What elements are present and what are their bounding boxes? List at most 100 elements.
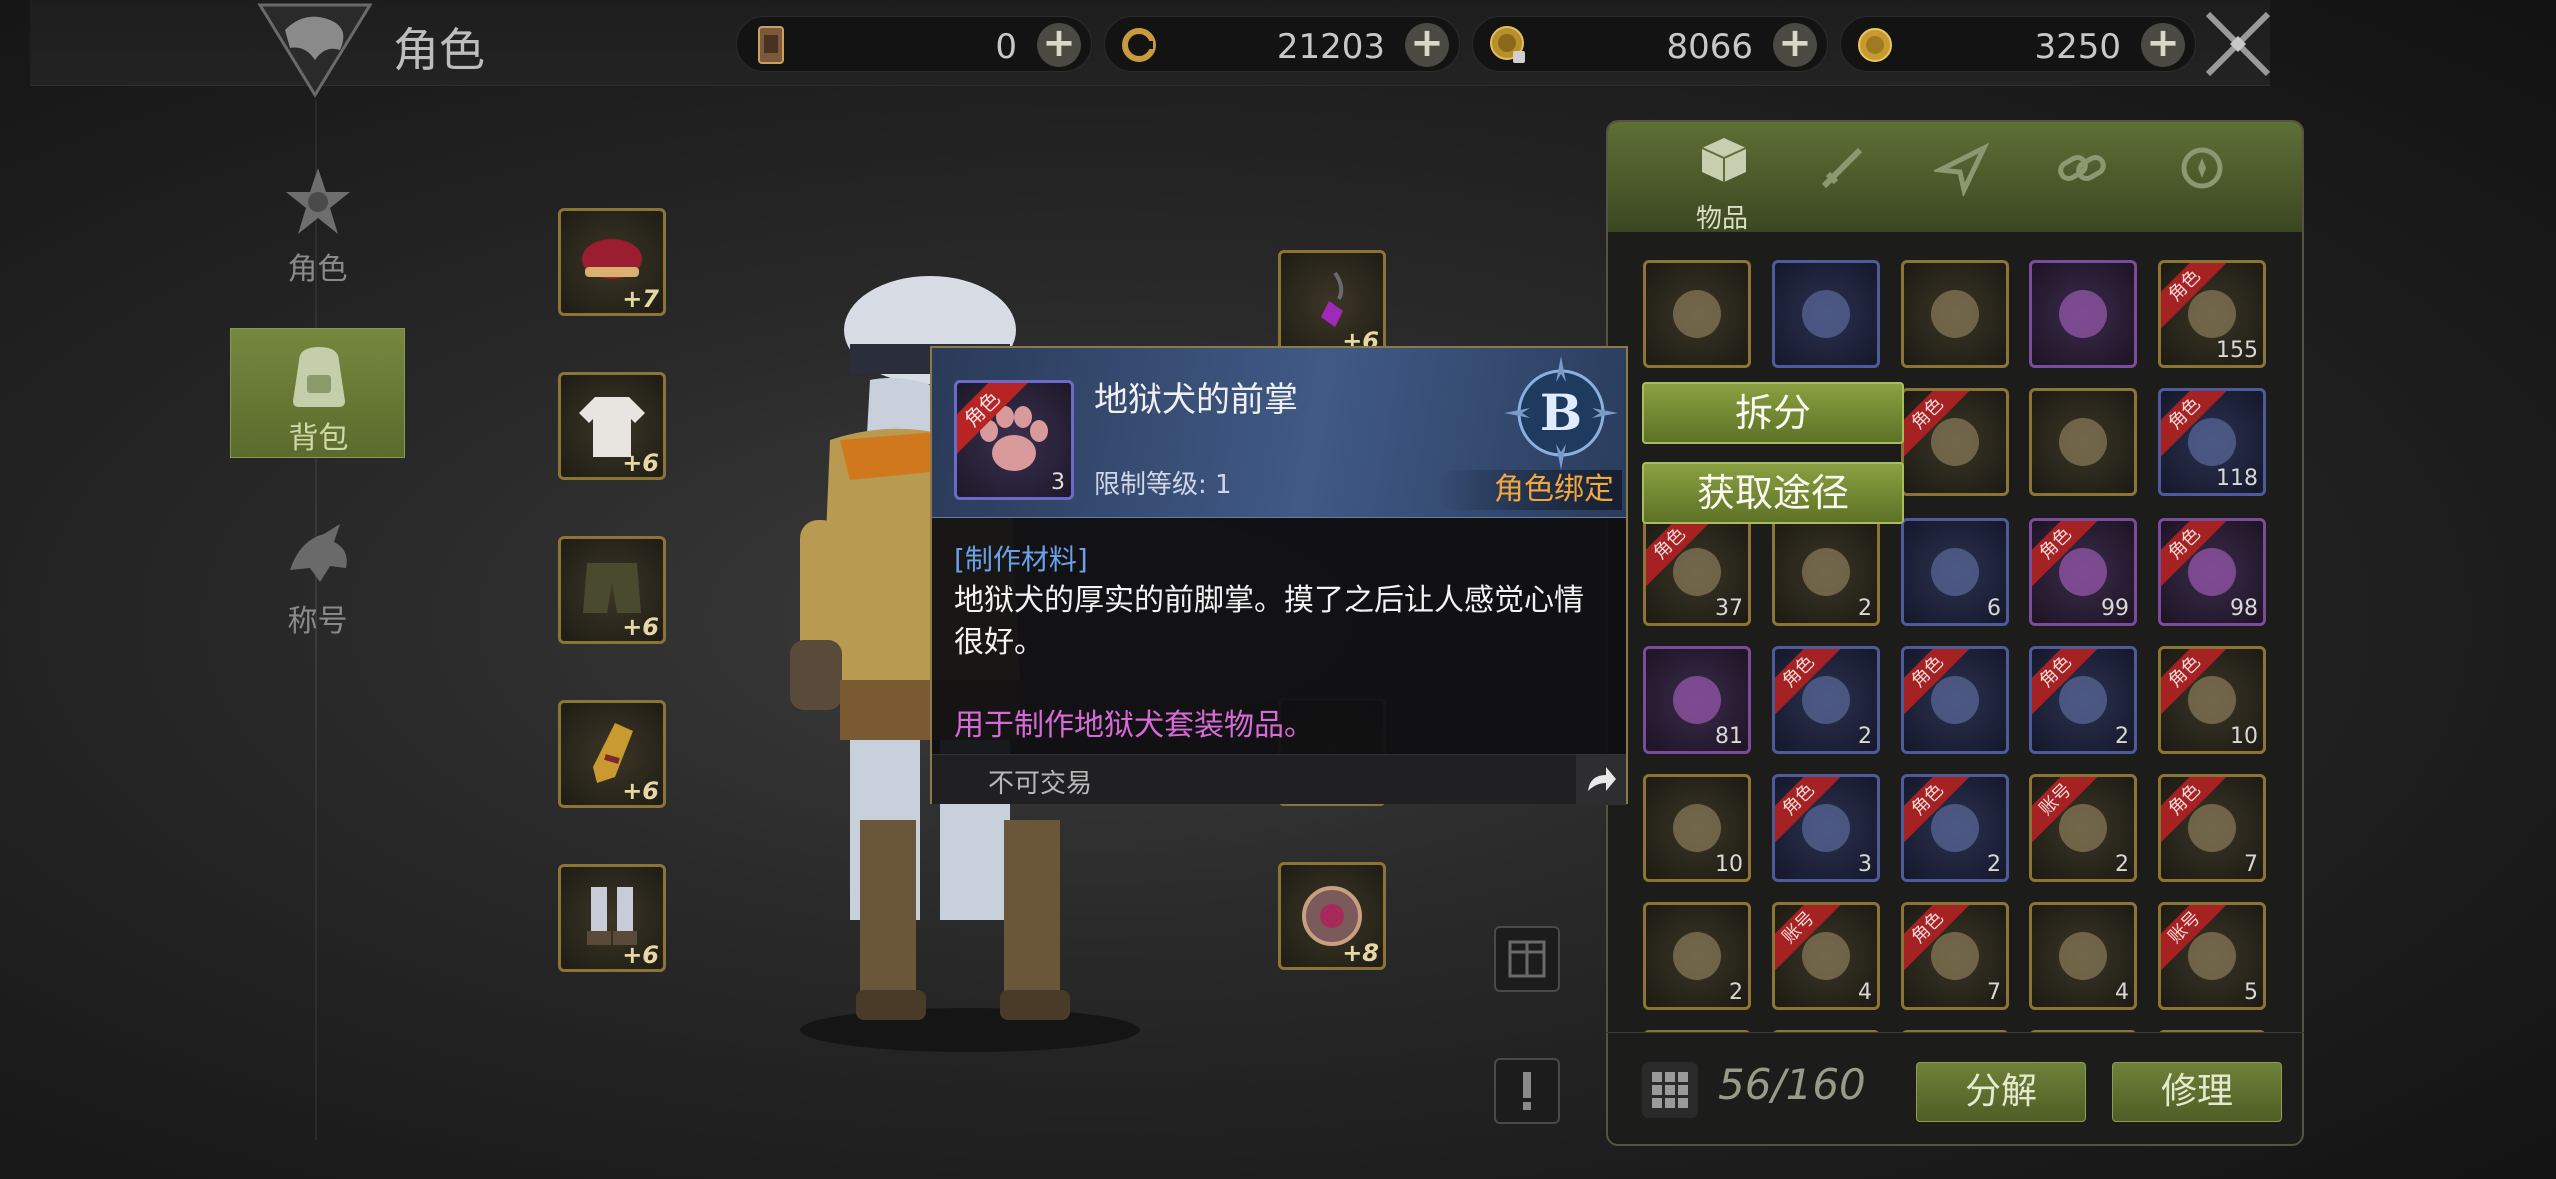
enhance-level: +6 (622, 613, 659, 641)
equip-slot-top[interactable]: +6 (558, 372, 666, 480)
tab-weapons[interactable] (1792, 130, 1892, 230)
share-button[interactable] (1576, 755, 1626, 805)
inventory-grid: 角色 155 角色 角色 118 角色 37 2 6 角色 99 角色 98 81 角色 2 角色 角色 2 角色 10… (1606, 230, 2304, 1032)
inventory-cell[interactable]: 角色 3 (1772, 774, 1880, 882)
inventory-cell[interactable] (1772, 260, 1880, 368)
ring-star-icon (2181, 147, 2223, 189)
item-count: 2 (1858, 724, 1872, 749)
equip-slot-boots[interactable]: +6 (558, 864, 666, 972)
item-icon (1802, 290, 1850, 338)
add-currency-button[interactable]: + (1037, 23, 1081, 67)
item-count: 81 (1715, 724, 1743, 749)
level-requirement: 限制等级: 1 (1094, 470, 1232, 500)
inventory-tabs: 物品 (1608, 122, 2302, 234)
item-count: 10 (2230, 724, 2258, 749)
tooltip-header: 角色 3 地狱犬的前掌 限制等级: 1 B 角色绑定 (932, 348, 1626, 518)
item-count: 99 (2101, 596, 2129, 621)
inventory-cell[interactable]: 角色 10 (2158, 646, 2266, 754)
inventory-cell[interactable] (2029, 260, 2137, 368)
grid-view-icon[interactable] (1640, 1060, 1700, 1120)
equip-slot-hat[interactable]: +7 (558, 208, 666, 316)
share-arrow-icon (1588, 767, 1616, 791)
inventory-cell[interactable]: 角色 7 (2158, 774, 2266, 882)
nav-label: 角色 (287, 252, 348, 287)
nav-item-character[interactable]: 角色 (230, 160, 405, 290)
currency-gear: 21203 + (1104, 16, 1460, 72)
add-currency-button[interactable]: + (1405, 23, 1449, 67)
obtain-source-button[interactable]: 获取途径 (1642, 462, 1904, 524)
decompose-button[interactable]: 分解 (1916, 1062, 2086, 1122)
inventory-cell[interactable]: 角色 98 (2158, 518, 2266, 626)
nav-item-title[interactable]: 称号 (230, 512, 405, 642)
equip-slot-pants[interactable]: +6 (558, 536, 666, 644)
character-star-icon (286, 168, 350, 234)
tab-items[interactable]: 物品 (1672, 130, 1772, 234)
inventory-capacity: 56/160 (1718, 1060, 1866, 1109)
nav-item-bag[interactable]: 背包 (230, 328, 405, 458)
enhance-level: +6 (622, 777, 659, 805)
grade-b-icon: B (1504, 356, 1618, 470)
nav-label: 背包 (288, 421, 349, 456)
tab-links[interactable] (2032, 130, 2132, 230)
wardrobe-button[interactable] (1494, 926, 1560, 992)
inventory-cell[interactable]: 角色 (1901, 646, 2009, 754)
equip-slot-emblem[interactable]: +8 (1278, 862, 1386, 970)
item-tooltip: 角色 3 地狱犬的前掌 限制等级: 1 B 角色绑定 [制作材料] 地狱犬的厚实… (930, 346, 1628, 805)
dragon-head-icon (290, 524, 347, 582)
inventory-cell[interactable]: 角色 (1901, 388, 2009, 496)
trade-status: 不可交易 (988, 769, 1093, 799)
inventory-cell[interactable]: 账号 4 (1772, 902, 1880, 1010)
item-count: 118 (2216, 466, 2258, 491)
inventory-cell[interactable]: 角色 118 (2158, 388, 2266, 496)
item-icon (1802, 548, 1850, 596)
inventory-cell[interactable]: 81 (1643, 646, 1751, 754)
inventory-cell[interactable]: 角色 2 (2029, 646, 2137, 754)
item-count: 2 (2115, 852, 2129, 877)
inventory-cell[interactable] (1901, 260, 2009, 368)
inventory-cell[interactable] (2029, 388, 2137, 496)
inventory-cell[interactable]: 4 (2029, 902, 2137, 1010)
equip-slot-earring[interactable]: +6 (1278, 250, 1386, 358)
enhance-level: +6 (622, 449, 659, 477)
close-icon[interactable] (2200, 6, 2276, 82)
add-currency-button[interactable]: + (1773, 23, 1817, 67)
tab-special[interactable] (2152, 130, 2252, 230)
inventory-cell[interactable]: 角色 99 (2029, 518, 2137, 626)
item-count: 10 (1715, 852, 1743, 877)
item-usage: 用于制作地狱犬套装物品。 (954, 708, 1314, 743)
inventory-cell[interactable]: 角色 2 (1772, 646, 1880, 754)
enhance-level: +8 (1342, 939, 1379, 967)
currency-lock-coin: 8066 + (1472, 16, 1828, 72)
currency-card: 0 + (736, 16, 1092, 72)
inventory-cell[interactable]: 2 (1772, 518, 1880, 626)
inventory-cell[interactable]: 2 (1643, 902, 1751, 1010)
enhance-level: +7 (622, 285, 659, 313)
item-icon (1931, 548, 1979, 596)
tab-cards[interactable] (1912, 130, 2012, 230)
notice-button[interactable] (1494, 1058, 1560, 1124)
inventory-cell[interactable]: 账号 5 (2158, 902, 2266, 1010)
item-icon (2059, 290, 2107, 338)
inventory-cell[interactable]: 账号 2 (2029, 774, 2137, 882)
item-count: 2 (1729, 980, 1743, 1005)
inventory-cell[interactable]: 角色 37 (1643, 518, 1751, 626)
link-icon (2058, 155, 2106, 181)
split-button[interactable]: 拆分 (1642, 382, 1904, 444)
inventory-cell[interactable]: 角色 2 (1901, 774, 2009, 882)
lock-coin-icon (1490, 26, 1525, 63)
gear-coin-icon (1122, 28, 1156, 62)
card-ticket-icon (758, 26, 784, 64)
equip-slot-gloves[interactable]: +6 (558, 700, 666, 808)
backpack-icon (293, 347, 345, 407)
add-currency-button[interactable]: + (2141, 23, 2185, 67)
inventory-cell[interactable]: 角色 7 (1901, 902, 2009, 1010)
item-count: 3 (1858, 852, 1872, 877)
item-icon (2059, 418, 2107, 466)
grade-letter: B (1540, 383, 1582, 442)
inventory-cell[interactable]: 10 (1643, 774, 1751, 882)
repair-button[interactable]: 修理 (2112, 1062, 2282, 1122)
inventory-cell[interactable] (1643, 260, 1751, 368)
inventory-cell[interactable]: 6 (1901, 518, 2009, 626)
inventory-cell[interactable]: 角色 155 (2158, 260, 2266, 368)
item-count: 7 (2244, 852, 2258, 877)
